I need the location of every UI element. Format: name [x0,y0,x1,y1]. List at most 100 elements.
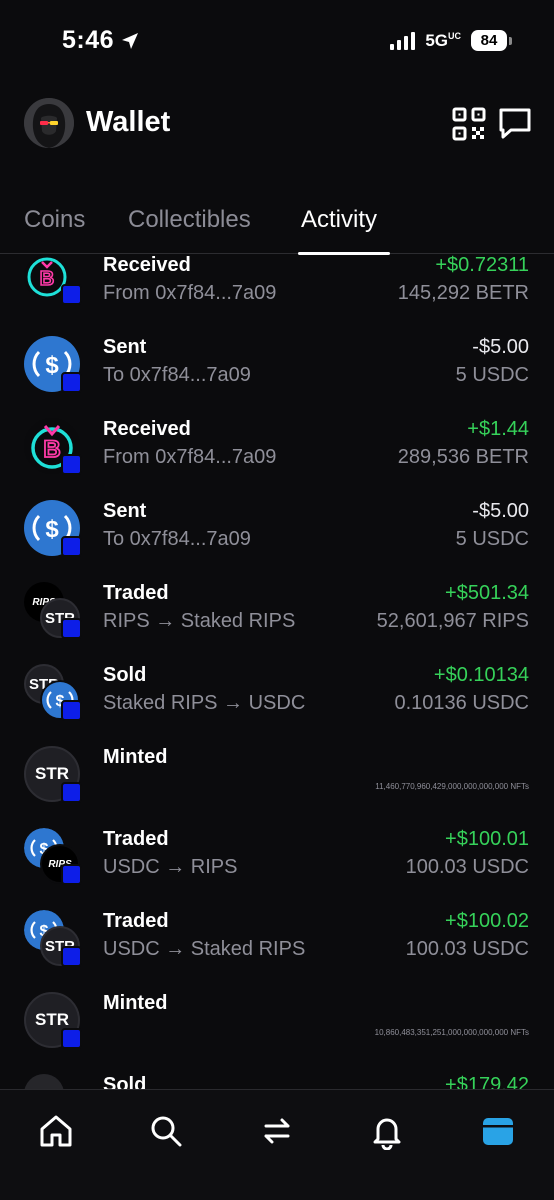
qr-code-button[interactable] [452,107,486,141]
activity-row[interactable]: STR $ Sold Staked RIPS → USDC +$0.10134 … [0,664,554,746]
svg-text:B: B [43,436,60,463]
chain-badge-icon [61,536,82,557]
activity-quantity: 11,460,770,960,429,000,000,000,000 NFTs [375,782,529,791]
rips-to-str-icon: RIPS STR [24,582,84,646]
battery-icon: 84 [471,30,512,51]
activity-title: Sent [103,336,147,358]
activity-row[interactable]: $ RIPS Traded USDC → RIPS +$100.01 100.0… [0,828,554,910]
page-title: Wallet [86,106,171,138]
bottom-nav [0,1089,554,1200]
nav-home[interactable] [37,1112,75,1150]
chain-badge-icon [61,782,82,803]
activity-list[interactable]: B Received From 0x7f84...7a09 +$0.72311 … [0,254,554,1089]
activity-row[interactable]: $ Sent To 0x7f84...7a09 -$5.00 5 USDC [0,500,554,582]
str-to-usdc-icon: STR $ [24,664,84,728]
activity-amount: +$179.42 [445,1074,529,1089]
activity-amount: +$501.34 [445,582,529,604]
svg-text:$: $ [45,516,59,543]
str-coin-icon: STR [24,992,84,1056]
activity-title: Traded [103,910,169,932]
activity-title: Traded [103,582,169,604]
activity-title: Sold [103,664,147,686]
nav-wallet[interactable] [479,1112,517,1150]
nav-search[interactable] [147,1112,185,1150]
activity-amount: +$100.01 [445,828,529,850]
betr-coin-icon: B [24,418,84,482]
status-bar: 5:46 5GUC 84 [0,0,554,84]
bell-icon [373,1118,401,1151]
network-type: 5GUC [425,31,461,51]
str-coin-icon: STR [24,746,84,810]
activity-row[interactable]: Sold +$179.42 [0,1074,554,1089]
tab-bar: Coins Collectibles Activity [0,192,554,255]
wallet-icon [483,1118,513,1145]
svg-text:$: $ [45,352,59,379]
tab-collectibles[interactable]: Collectibles [128,206,251,234]
nav-notifications[interactable] [368,1112,406,1151]
activity-amount: +$1.44 [467,418,529,440]
activity-quantity: 10,860,483,351,251,000,000,000,000 NFTs [374,1028,529,1037]
activity-quantity: 289,536 BETR [397,446,529,468]
battery-level: 84 [471,30,507,51]
activity-amount: +$0.72311 [435,254,529,276]
tab-coins[interactable]: Coins [24,206,85,234]
activity-subtitle: USDC → Staked RIPS [103,938,306,960]
activity-amount: -$5.00 [472,336,529,358]
avatar-image [24,98,74,148]
activity-quantity: 145,292 BETR [397,282,529,304]
activity-subtitle: From 0x7f84...7a09 [103,446,277,468]
clock-text: 5:46 [62,26,115,54]
activity-row[interactable]: $ STR Traded USDC → Staked RIPS +$100.02… [0,910,554,992]
chain-badge-icon [61,864,82,885]
nav-swap[interactable] [258,1112,296,1150]
activity-subtitle: To 0x7f84...7a09 [103,364,251,386]
usdc-to-rips-icon: $ RIPS [24,828,84,892]
activity-subtitle: RIPS → Staked RIPS [103,610,296,632]
activity-subtitle: To 0x7f84...7a09 [103,528,251,550]
activity-row[interactable]: STR Minted 11,460,770,960,429,000,000,00… [0,746,554,828]
activity-title: Sold [103,1074,147,1089]
chat-bubble-icon [499,108,531,139]
messages-button[interactable] [497,105,533,141]
status-time: 5:46 [62,26,140,55]
activity-subtitle: USDC → RIPS [103,856,238,878]
usdc-coin-icon [24,1074,84,1089]
chain-badge-icon [61,284,82,305]
network-label: 5G [425,30,448,50]
chain-badge-icon [61,1028,82,1049]
activity-quantity: 52,601,967 RIPS [376,610,529,632]
search-icon [151,1116,182,1147]
activity-quantity: 100.03 USDC [405,938,529,960]
activity-quantity: 5 USDC [455,528,529,550]
activity-row[interactable]: RIPS STR Traded RIPS → Staked RIPS +$501… [0,582,554,664]
activity-title: Sent [103,500,147,522]
activity-quantity: 0.10136 USDC [394,692,529,714]
activity-row[interactable]: B Received From 0x7f84...7a09 +$0.72311 … [0,254,554,336]
activity-title: Received [103,254,191,276]
activity-quantity: 100.03 USDC [405,856,529,878]
swap-icon [264,1118,290,1144]
chain-badge-icon [61,618,82,639]
home-icon [40,1115,72,1147]
usdc-to-str-icon: $ STR [24,910,84,974]
activity-amount: +$0.10134 [433,664,529,686]
network-sublabel: UC [448,30,461,41]
usdc-coin-icon: $ [24,336,84,400]
activity-row[interactable]: $ Sent To 0x7f84...7a09 -$5.00 5 USDC [0,336,554,418]
activity-title: Received [103,418,191,440]
chain-badge-icon [61,700,82,721]
location-arrow-icon [122,32,139,49]
activity-row[interactable]: STR Minted 10,860,483,351,251,000,000,00… [0,992,554,1074]
activity-title: Traded [103,828,169,850]
activity-amount: +$100.02 [445,910,529,932]
tab-activity[interactable]: Activity [301,206,377,234]
chain-badge-icon [61,372,82,393]
chain-badge-icon [61,454,82,475]
chain-badge-icon [61,946,82,967]
activity-row[interactable]: B Received From 0x7f84...7a09 +$1.44 289… [0,418,554,500]
avatar[interactable] [24,98,74,148]
activity-title: Minted [103,992,168,1014]
activity-quantity: 5 USDC [455,364,529,386]
svg-text:B: B [40,268,54,290]
status-indicators: 5GUC 84 [390,30,512,51]
